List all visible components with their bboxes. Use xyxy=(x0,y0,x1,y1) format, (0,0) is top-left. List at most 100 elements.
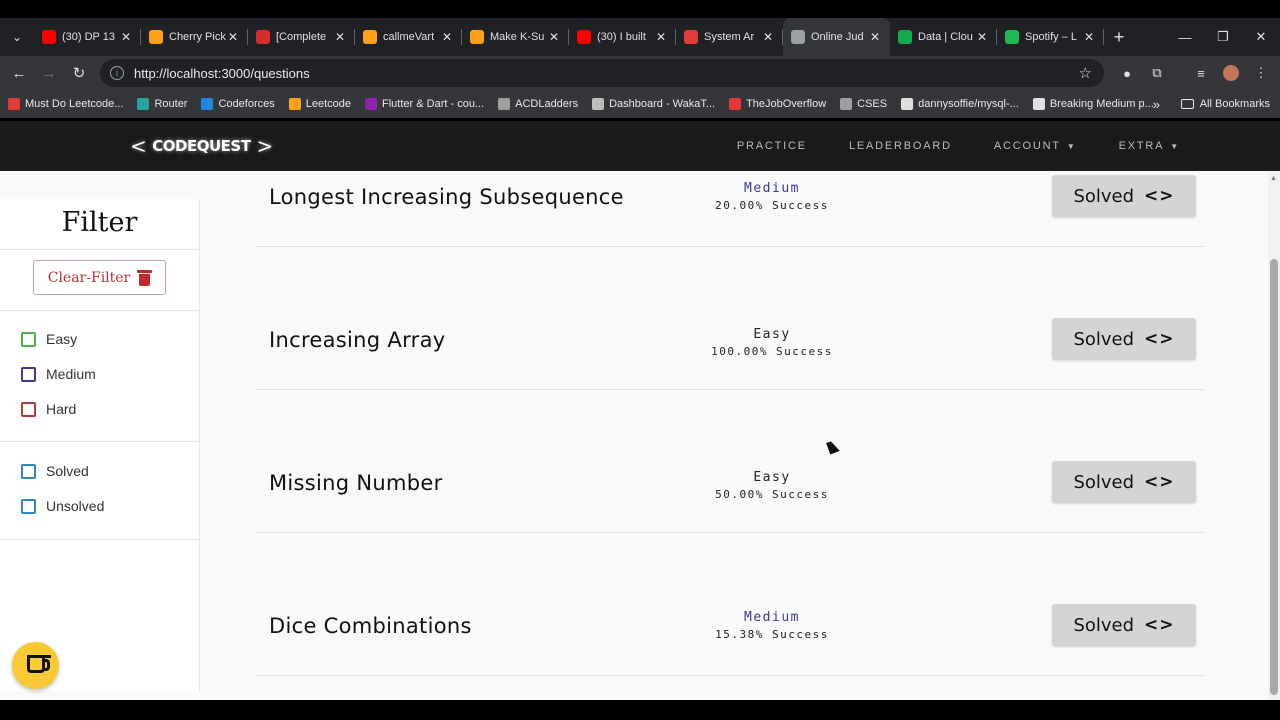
close-tab-icon[interactable]: ✕ xyxy=(761,30,775,44)
bookmarks-overflow-icon[interactable]: » xyxy=(1153,97,1160,112)
question-row: Dice Combinations Medium 15.38% Success Sol… xyxy=(256,533,1204,676)
checkbox[interactable] xyxy=(21,401,36,417)
filter-option-solved[interactable]: Solved xyxy=(21,463,89,479)
close-window-icon[interactable]: ✕ xyxy=(1242,18,1280,56)
browser-tab[interactable]: Make K-Su ✕ xyxy=(462,18,569,56)
bookmark-item[interactable]: Breaking Medium p... xyxy=(1032,98,1154,110)
window-controls: — ❐ ✕ xyxy=(1166,18,1280,56)
browser-tab[interactable]: Data | Clou ✕ xyxy=(890,18,997,56)
filter-option-easy[interactable]: Easy xyxy=(21,331,77,347)
browser-tab[interactable]: Cherry Pick ✕ xyxy=(141,18,248,56)
restore-icon[interactable]: ❐ xyxy=(1204,18,1242,56)
close-tab-icon[interactable]: ✕ xyxy=(975,30,989,44)
filter-option-hard[interactable]: Hard xyxy=(21,401,76,417)
browser-tab[interactable]: (30) I built ✕ xyxy=(569,18,676,56)
browser-tab[interactable]: Online Jud ✕ xyxy=(783,18,890,56)
all-bookmarks-label: All Bookmarks xyxy=(1199,98,1270,110)
browser-tab[interactable]: (30) DP 13 ✕ xyxy=(34,18,141,56)
extension-icon[interactable]: ● xyxy=(1114,56,1140,90)
divider xyxy=(0,249,199,250)
scroll-up-icon[interactable]: ▲ xyxy=(1270,175,1277,182)
checkbox[interactable] xyxy=(21,331,36,347)
filter-option-label: Hard xyxy=(46,401,77,417)
question-title[interactable]: Missing Number xyxy=(269,471,443,495)
extensions-puzzle-icon[interactable]: ⧉ xyxy=(1144,56,1170,90)
bookmark-label: Flutter & Dart - cou... xyxy=(382,98,485,110)
close-tab-icon[interactable]: ✕ xyxy=(226,30,240,44)
new-tab-button[interactable]: + xyxy=(1104,27,1134,48)
folder-icon xyxy=(1180,99,1194,109)
close-tab-icon[interactable]: ✕ xyxy=(119,30,133,44)
browser-tab[interactable]: Spotify – L ✕ xyxy=(997,18,1104,56)
leetcode-icon xyxy=(470,30,484,44)
solved-button[interactable]: Solved <> xyxy=(1052,604,1196,646)
minimize-icon[interactable]: — xyxy=(1166,18,1204,56)
bookmark-item[interactable]: Flutter & Dart - cou... xyxy=(365,98,484,110)
solved-label: Solved xyxy=(1073,185,1135,207)
question-title[interactable]: Dice Combinations xyxy=(269,614,472,638)
bookmark-item[interactable]: Must Do Leetcode... xyxy=(8,98,123,110)
bookmark-star-icon[interactable]: ☆ xyxy=(1079,64,1092,82)
youtube-icon xyxy=(577,30,591,44)
bookmark-label: Codeforces xyxy=(218,98,275,110)
media-icon[interactable]: ≡ xyxy=(1188,56,1214,90)
bookmark-favicon-icon xyxy=(498,98,511,110)
profile-avatar[interactable] xyxy=(1218,56,1244,90)
bookmark-item[interactable]: Leetcode xyxy=(288,98,351,110)
checkbox[interactable] xyxy=(21,463,36,479)
solved-button[interactable]: Solved <> xyxy=(1052,318,1196,360)
clear-filter-button[interactable]: Clear-Filter xyxy=(33,260,166,295)
checkbox[interactable] xyxy=(21,366,36,382)
solved-button[interactable]: Solved <> xyxy=(1052,461,1196,503)
all-bookmarks-button[interactable]: All Bookmarks xyxy=(1180,98,1270,110)
close-tab-icon[interactable]: ✕ xyxy=(654,30,668,44)
close-tab-icon[interactable]: ✕ xyxy=(547,30,561,44)
back-icon[interactable]: ← xyxy=(4,58,34,88)
close-tab-icon[interactable]: ✕ xyxy=(440,30,454,44)
code-brackets-icon: <> xyxy=(1144,186,1175,206)
filter-option-label: Medium xyxy=(46,366,96,382)
bookmark-favicon-icon xyxy=(365,98,378,110)
success-rate: 20.00% Success xyxy=(715,199,829,212)
tab-title: (30) I built xyxy=(597,31,646,43)
filter-option-unsolved[interactable]: Unsolved xyxy=(21,498,104,514)
site-info-icon[interactable]: i xyxy=(110,66,124,80)
code-brackets-icon: <> xyxy=(1144,615,1175,635)
tab-search-icon[interactable]: ⌄ xyxy=(0,18,34,56)
bookmark-item[interactable]: dannysoffie/mysql-... xyxy=(901,98,1019,110)
menu-icon[interactable]: ⋮ xyxy=(1248,56,1274,90)
checkbox[interactable] xyxy=(21,498,36,514)
browser-tab-bar: ⌄ (30) DP 13 ✕ Cherry Pick ✕ [Complete ✕ callm… xyxy=(0,18,1280,56)
address-bar[interactable]: i http://localhost:3000/questions ☆ xyxy=(100,59,1104,87)
bookmark-item[interactable]: Dashboard - WakaT... xyxy=(592,98,715,110)
browser-tab[interactable]: callmeVart ✕ xyxy=(355,18,462,56)
question-title[interactable]: Increasing Array xyxy=(269,328,445,352)
scrollbar-thumb[interactable] xyxy=(1270,259,1278,695)
difficulty-label: Easy xyxy=(753,327,791,342)
question-title[interactable]: Longest Increasing Subsequence xyxy=(269,185,624,209)
buy-me-a-coffee-button[interactable] xyxy=(12,642,59,689)
tab-title: Cherry Pick xyxy=(169,31,226,43)
bookmark-item[interactable]: ACDLadders xyxy=(498,98,578,110)
solved-label: Solved xyxy=(1073,614,1135,636)
bookmark-item[interactable]: TheJobOverflow xyxy=(729,98,826,110)
bookmark-item[interactable]: Router xyxy=(137,98,187,110)
bookmark-favicon-icon xyxy=(840,98,853,110)
bookmark-favicon-icon xyxy=(288,98,301,110)
close-tab-icon[interactable]: ✕ xyxy=(1082,30,1096,44)
bookmark-favicon-icon xyxy=(8,98,20,110)
close-tab-icon[interactable]: ✕ xyxy=(868,30,882,44)
bookmark-item[interactable]: Codeforces xyxy=(201,98,275,110)
solved-button[interactable]: Solved <> xyxy=(1052,175,1196,217)
chevron-left-icon: < xyxy=(130,134,147,158)
bookmark-item[interactable]: CSES xyxy=(840,98,887,110)
close-tab-icon[interactable]: ✕ xyxy=(333,30,347,44)
filter-option-medium[interactable]: Medium xyxy=(21,366,96,382)
forward-icon[interactable]: → xyxy=(34,58,64,88)
reload-icon[interactable]: ↻ xyxy=(64,58,94,88)
divider xyxy=(0,539,199,540)
browser-tab[interactable]: System Ar ✕ xyxy=(676,18,783,56)
page-scrollbar[interactable]: ▲ xyxy=(1268,171,1280,700)
bookmark-label: Dashboard - WakaT... xyxy=(609,98,716,110)
browser-tab[interactable]: [Complete ✕ xyxy=(248,18,355,56)
